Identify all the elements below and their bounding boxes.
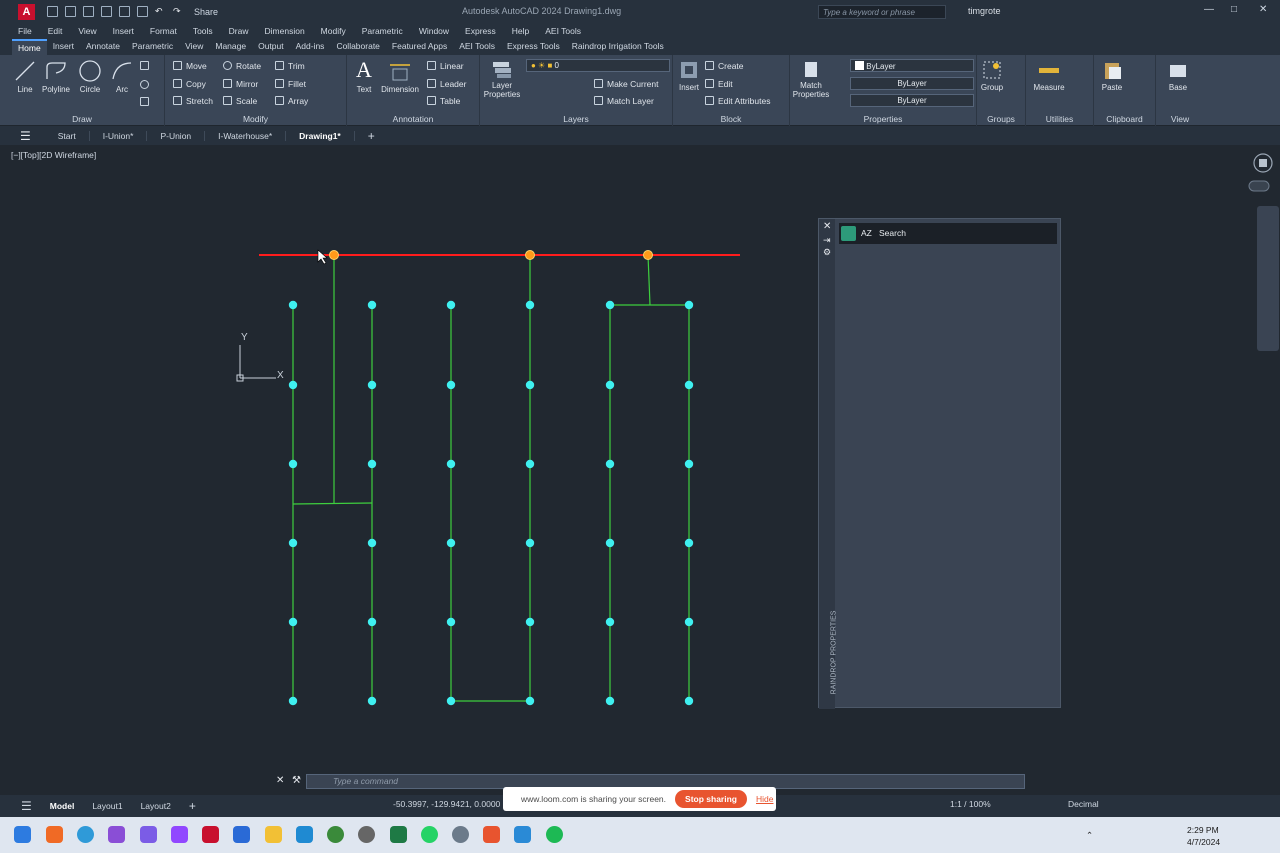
spotify-icon[interactable] bbox=[546, 826, 563, 843]
sprinkler-head[interactable] bbox=[525, 617, 535, 627]
valve[interactable] bbox=[643, 250, 653, 260]
palette-close-icon[interactable]: ✕ bbox=[823, 221, 831, 232]
raindrop-properties-palette: ✕ ⇥ ⚙ RAINDROP PROPERTIES AZ Search bbox=[818, 218, 1061, 709]
app-icon[interactable] bbox=[171, 826, 188, 843]
valve[interactable] bbox=[329, 250, 339, 260]
sprinkler-head[interactable] bbox=[446, 538, 456, 548]
taskbar-time[interactable]: 2:29 PM bbox=[1187, 825, 1219, 835]
sprinkler-head[interactable] bbox=[605, 696, 615, 706]
sprinkler-head[interactable] bbox=[525, 538, 535, 548]
loom-message: www.loom.com is sharing your screen. bbox=[521, 794, 667, 804]
edge-browser-icon[interactable] bbox=[77, 826, 94, 843]
layout-tab-layout1[interactable]: Layout1 bbox=[83, 801, 131, 811]
valve[interactable] bbox=[525, 250, 535, 260]
app-icon[interactable] bbox=[483, 826, 500, 843]
sprinkler-head[interactable] bbox=[367, 538, 377, 548]
discord-icon[interactable] bbox=[140, 826, 157, 843]
sprinkler-head[interactable] bbox=[446, 459, 456, 469]
whatsapp-icon[interactable] bbox=[421, 826, 438, 843]
sprinkler-head[interactable] bbox=[525, 380, 535, 390]
app-icon[interactable] bbox=[327, 826, 344, 843]
sprinkler-head[interactable] bbox=[684, 380, 694, 390]
sprinkler-head[interactable] bbox=[684, 459, 694, 469]
file-explorer-icon[interactable] bbox=[265, 826, 282, 843]
sprinkler-head[interactable] bbox=[288, 696, 298, 706]
hide-link[interactable]: Hide bbox=[756, 794, 773, 804]
settings-icon[interactable] bbox=[452, 826, 469, 843]
clock-icon[interactable] bbox=[358, 826, 375, 843]
sprinkler-head[interactable] bbox=[367, 617, 377, 627]
palette-settings-icon[interactable]: ⚙ bbox=[823, 247, 831, 258]
sprinkler-head[interactable] bbox=[525, 696, 535, 706]
palette-search-box[interactable]: AZ Search bbox=[839, 223, 1057, 244]
drawing-svg: Y X bbox=[236, 153, 1279, 706]
sprinkler-head[interactable] bbox=[367, 300, 377, 310]
ucs-x-label: X bbox=[277, 370, 284, 381]
sprinkler-head[interactable] bbox=[288, 300, 298, 310]
sprinkler-head[interactable] bbox=[288, 380, 298, 390]
sprinkler-head[interactable] bbox=[288, 538, 298, 548]
palette-autohide-icon[interactable]: ⇥ bbox=[823, 235, 831, 246]
app-icon[interactable] bbox=[514, 826, 531, 843]
mouse-cursor-icon bbox=[317, 249, 328, 265]
excel-icon[interactable] bbox=[390, 826, 407, 843]
sprinkler-head[interactable] bbox=[367, 380, 377, 390]
visual-studio-icon[interactable] bbox=[108, 826, 125, 843]
palette-search-label: Search bbox=[879, 228, 906, 238]
vscode-icon[interactable] bbox=[296, 826, 313, 843]
sprinkler-head[interactable] bbox=[288, 617, 298, 627]
alphabetical-sort-icon[interactable]: AZ bbox=[861, 228, 872, 238]
status-menu-icon[interactable]: ☰ bbox=[12, 799, 41, 813]
sprinkler-head[interactable] bbox=[446, 696, 456, 706]
taskbar-date[interactable]: 4/7/2024 bbox=[1187, 837, 1220, 847]
sprinkler-head[interactable] bbox=[525, 459, 535, 469]
loom-sharing-banner: www.loom.com is sharing your screen. Sto… bbox=[503, 787, 776, 811]
sprinkler-head[interactable] bbox=[684, 617, 694, 627]
command-close-icon[interactable]: ✕ bbox=[276, 775, 284, 786]
viewcube-icon[interactable] bbox=[1248, 153, 1273, 192]
stop-sharing-button[interactable]: Stop sharing bbox=[675, 790, 747, 808]
sprinkler-head[interactable] bbox=[367, 459, 377, 469]
sprinkler-head[interactable] bbox=[684, 538, 694, 548]
palette-sidebar: ✕ ⇥ ⚙ RAINDROP PROPERTIES bbox=[819, 219, 838, 709]
lateral-pipe[interactable] bbox=[292, 502, 373, 505]
sprinkler-head[interactable] bbox=[525, 300, 535, 310]
ucs-y-label: Y bbox=[241, 332, 248, 343]
navigation-bar[interactable] bbox=[1257, 206, 1279, 351]
sprinkler-head[interactable] bbox=[605, 380, 615, 390]
categorized-icon[interactable] bbox=[841, 226, 856, 241]
palette-title: RAINDROP PROPERTIES bbox=[830, 610, 838, 695]
layout-tab-model[interactable]: Model bbox=[41, 801, 84, 811]
annotation-scale[interactable]: 1:1 / 100% bbox=[950, 799, 991, 809]
sprinkler-head[interactable] bbox=[288, 459, 298, 469]
sprinkler-head[interactable] bbox=[446, 617, 456, 627]
command-customize-icon[interactable]: ⚒ bbox=[292, 775, 301, 786]
sprinkler-head[interactable] bbox=[446, 300, 456, 310]
brave-browser-icon[interactable] bbox=[46, 826, 63, 843]
cursor-coordinates[interactable]: -50.3997, -129.9421, 0.0000 bbox=[393, 799, 500, 809]
lateral-pipe[interactable] bbox=[647, 254, 651, 306]
sprinkler-head[interactable] bbox=[605, 617, 615, 627]
app-icon[interactable] bbox=[233, 826, 250, 843]
sprinkler-head[interactable] bbox=[605, 538, 615, 548]
layout-tab-layout2[interactable]: Layout2 bbox=[132, 801, 180, 811]
sprinkler-head[interactable] bbox=[367, 696, 377, 706]
sprinkler-head[interactable] bbox=[684, 696, 694, 706]
add-layout-plus-icon[interactable]: + bbox=[180, 799, 205, 813]
lateral-pipes bbox=[292, 254, 690, 702]
ucs-icon: Y X bbox=[236, 332, 284, 382]
tray-chevron-icon[interactable]: ⌃ bbox=[1086, 830, 1093, 841]
windows-start-icon[interactable] bbox=[14, 826, 31, 843]
units-dropdown[interactable]: Decimal bbox=[1068, 799, 1099, 809]
autocad-taskbar-icon[interactable] bbox=[202, 826, 219, 843]
sprinkler-head[interactable] bbox=[605, 300, 615, 310]
sprinkler-head[interactable] bbox=[446, 380, 456, 390]
sprinkler-head[interactable] bbox=[684, 300, 694, 310]
sprinkler-head[interactable] bbox=[605, 459, 615, 469]
